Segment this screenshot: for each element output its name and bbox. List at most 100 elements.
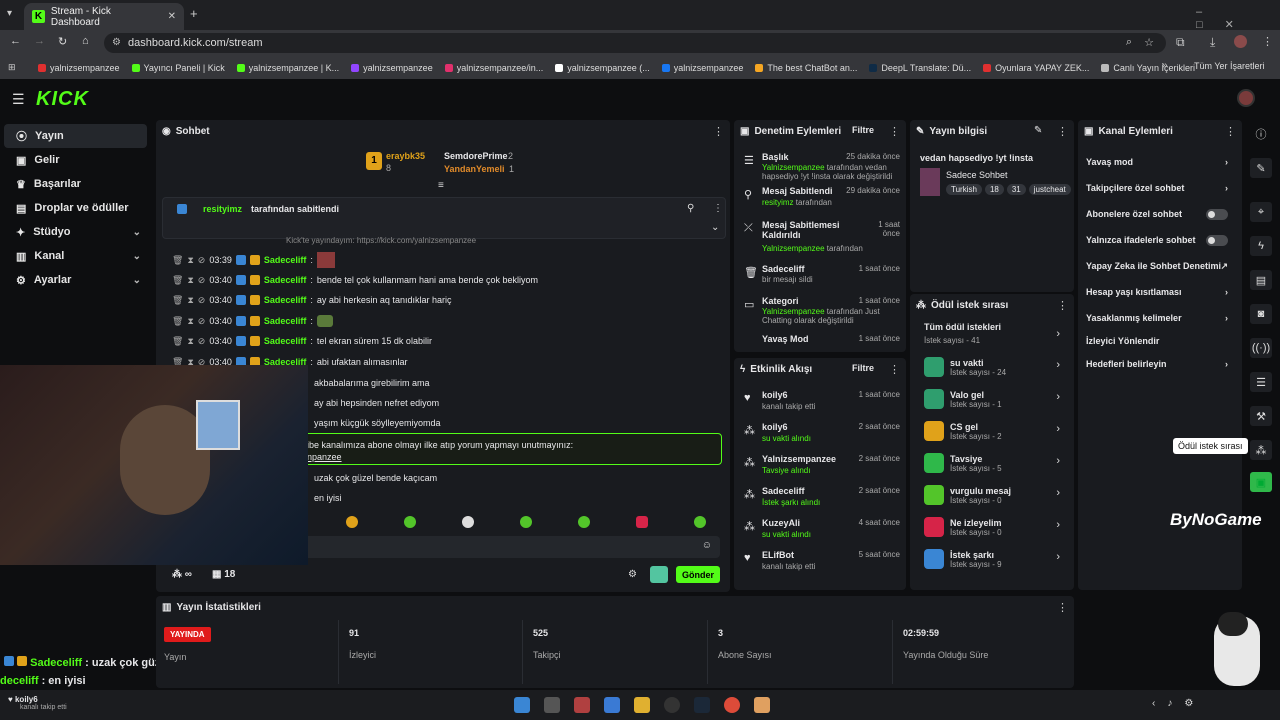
apps-icon[interactable]: ⊞ — [8, 62, 16, 73]
chrome-icon[interactable] — [724, 697, 740, 713]
pinned-by-user[interactable]: resityimz — [203, 204, 242, 214]
forward-icon[interactable]: → — [34, 35, 45, 47]
browser-menu-icon[interactable]: ⋮ — [1262, 35, 1273, 48]
top-gifter-name[interactable]: SemdorePrime — [444, 151, 508, 161]
app-icon[interactable] — [754, 697, 770, 713]
redirect-viewers-item[interactable]: İzleyici Yönlendir — [1078, 331, 1242, 351]
reward-item[interactable]: Tavsiye İstek sayısı - 5 › — [910, 447, 1074, 479]
set-goals-item[interactable]: Hedefleri belirleyin › — [1078, 351, 1242, 377]
system-tray[interactable]: ‹♪⚙ — [1152, 698, 1205, 709]
viewer-counter[interactable]: ▦ 18 — [212, 569, 235, 580]
bot-icon[interactable] — [650, 566, 668, 583]
bookmark-item[interactable]: yalnizsempanzee — [38, 63, 120, 73]
task-view-icon[interactable] — [544, 697, 560, 713]
windows-start-icon[interactable] — [514, 697, 530, 713]
bookmark-item[interactable]: Oyunlara YAPAY ZEK... — [983, 63, 1089, 73]
emote-icon[interactable] — [578, 516, 590, 528]
activity-filter-button[interactable]: Filtre — [852, 363, 874, 373]
new-tab-icon[interactable]: + — [190, 6, 198, 21]
bookmark-item[interactable]: yalnizsempanzee/in... — [444, 63, 543, 73]
chat-settings-icon[interactable]: ⚙ — [628, 569, 637, 580]
sidebar-item-kanal[interactable]: ▥ Kanal ⌄ — [4, 244, 147, 268]
send-button[interactable]: Gönder — [676, 566, 720, 583]
reload-icon[interactable]: ↻ — [58, 35, 67, 48]
kick-logo[interactable]: KICK — [36, 88, 89, 111]
bookmark-item[interactable]: Canlı Yayın İçerikleri — [1101, 63, 1195, 73]
browser-tab[interactable]: K Stream - Kick Dashboard ✕ — [24, 3, 184, 30]
edit-icon[interactable]: ✎ — [1034, 125, 1042, 136]
rewards-menu-icon[interactable]: ⋮ — [1057, 299, 1068, 312]
sidebar-item-basarilar[interactable]: ♛ Başarılar — [4, 172, 147, 196]
emote-icon[interactable] — [404, 516, 416, 528]
reward-item[interactable]: vurgulu mesaj İstek sayısı - 0 › — [910, 479, 1074, 511]
folder-icon[interactable] — [634, 697, 650, 713]
document-icon[interactable]: ▤ — [1250, 270, 1272, 290]
emote-icon[interactable] — [636, 516, 648, 528]
list-icon[interactable]: ☰ — [1250, 372, 1272, 392]
delete-icon[interactable]: 🗑 — [172, 275, 183, 286]
timeout-icon[interactable]: ⧗ — [187, 336, 193, 347]
extensions-icon[interactable]: ⧉ — [1176, 35, 1185, 50]
mod-filter-button[interactable]: Filtre — [852, 125, 874, 135]
steam-icon[interactable] — [694, 697, 710, 713]
account-age-item[interactable]: Hesap yaşı kısıtlaması › — [1078, 279, 1242, 305]
reward-queue-icon[interactable]: ⁂ — [1250, 440, 1272, 460]
slow-mode-item[interactable]: Yavaş mod › — [1078, 149, 1242, 175]
sidebar-item-ayarlar[interactable]: ⚙ Ayarlar ⌄ — [4, 268, 147, 292]
reward-item[interactable]: Valo gel İstek sayısı - 1 › — [910, 383, 1074, 415]
back-icon[interactable]: ← — [10, 35, 21, 47]
ban-icon[interactable]: ⊘ — [198, 316, 206, 327]
wrench-icon[interactable]: ⚒ — [1250, 406, 1272, 426]
points-counter[interactable]: ⁂ ∞ — [172, 569, 192, 580]
bookmarks-overflow-icon[interactable]: » — [1162, 60, 1168, 71]
ban-icon[interactable]: ⊘ — [198, 295, 206, 306]
zoom-icon[interactable]: ⌕ — [1126, 36, 1132, 49]
profile-avatar[interactable] — [1234, 35, 1247, 48]
stream-category[interactable]: Sadece Sohbet — [946, 170, 1008, 180]
broadcast-icon[interactable]: ((·)) — [1250, 338, 1272, 358]
lightning-icon[interactable]: ϟ — [1250, 236, 1272, 256]
timeout-icon[interactable]: ⧗ — [187, 255, 193, 266]
all-rewards-link[interactable]: Tüm ödül istekleri — [924, 322, 1001, 332]
tag[interactable]: 18 — [984, 184, 1004, 195]
channel-actions-menu-icon[interactable]: ⋮ — [1225, 125, 1236, 138]
reward-item[interactable]: CS gel İstek sayısı - 2 › — [910, 415, 1074, 447]
timeout-icon[interactable]: ⧗ — [187, 275, 193, 286]
delete-icon[interactable]: 🗑 — [172, 336, 183, 347]
ban-icon[interactable]: ⊘ — [198, 336, 206, 347]
bot-icon[interactable]: ▣ — [1250, 472, 1272, 492]
ai-moderation-item[interactable]: Yapay Zeka ile Sohbet Denetimi ↗ — [1078, 253, 1242, 279]
tab-search-icon[interactable]: ▾ — [7, 8, 12, 19]
emote-icon[interactable] — [462, 516, 474, 528]
bookmark-item[interactable]: yalnizsempanzee | K... — [236, 63, 339, 73]
app-icon[interactable] — [604, 697, 620, 713]
emotes-only-toggle[interactable]: Yalnızca ifadelerle sohbet — [1078, 227, 1242, 253]
chevron-down-icon[interactable]: ⌄ — [711, 222, 719, 233]
app-icon[interactable] — [574, 697, 590, 713]
user-avatar[interactable] — [1237, 89, 1255, 107]
tag[interactable]: justcheat — [1028, 184, 1071, 195]
timeout-icon[interactable]: ⧗ — [187, 316, 193, 327]
bookmark-item[interactable]: yalnizsempanzee — [351, 63, 433, 73]
sidebar-item-droplar[interactable]: ▤ Droplar ve ödüller — [4, 196, 147, 220]
emote-icon[interactable] — [520, 516, 532, 528]
delete-icon[interactable]: 🗑 — [172, 295, 183, 306]
emote-icon[interactable] — [346, 516, 358, 528]
bookmark-item[interactable]: The best ChatBot an... — [755, 63, 857, 73]
pinned-menu-icon[interactable]: ⋮ — [713, 203, 723, 214]
bookmark-item[interactable]: yalnizsempanzee (... — [555, 63, 650, 73]
stats-menu-icon[interactable]: ⋮ — [1057, 601, 1068, 614]
sidebar-item-gelir[interactable]: ▣ Gelir — [4, 148, 147, 172]
bookmark-item[interactable]: DeepL Translate: Dü... — [869, 63, 971, 73]
download-icon[interactable]: ⤓ — [1210, 35, 1215, 50]
stream-info-menu-icon[interactable]: ⋮ — [1057, 125, 1068, 138]
followers-only-item[interactable]: Takipçilere özel sohbet › — [1078, 175, 1242, 201]
activity-menu-icon[interactable]: ⋮ — [889, 363, 900, 376]
site-info-icon[interactable]: ⚙ — [112, 37, 121, 48]
obs-icon[interactable] — [664, 697, 680, 713]
delete-icon[interactable]: 🗑 — [172, 316, 183, 327]
top-gifter-name[interactable]: YandanYemeli — [444, 164, 505, 174]
chat-icon[interactable]: ◙ — [1250, 304, 1272, 324]
subscribers-only-toggle[interactable]: Abonelere özel sohbet — [1078, 201, 1242, 227]
hamburger-menu-icon[interactable]: ☰ — [12, 91, 25, 108]
